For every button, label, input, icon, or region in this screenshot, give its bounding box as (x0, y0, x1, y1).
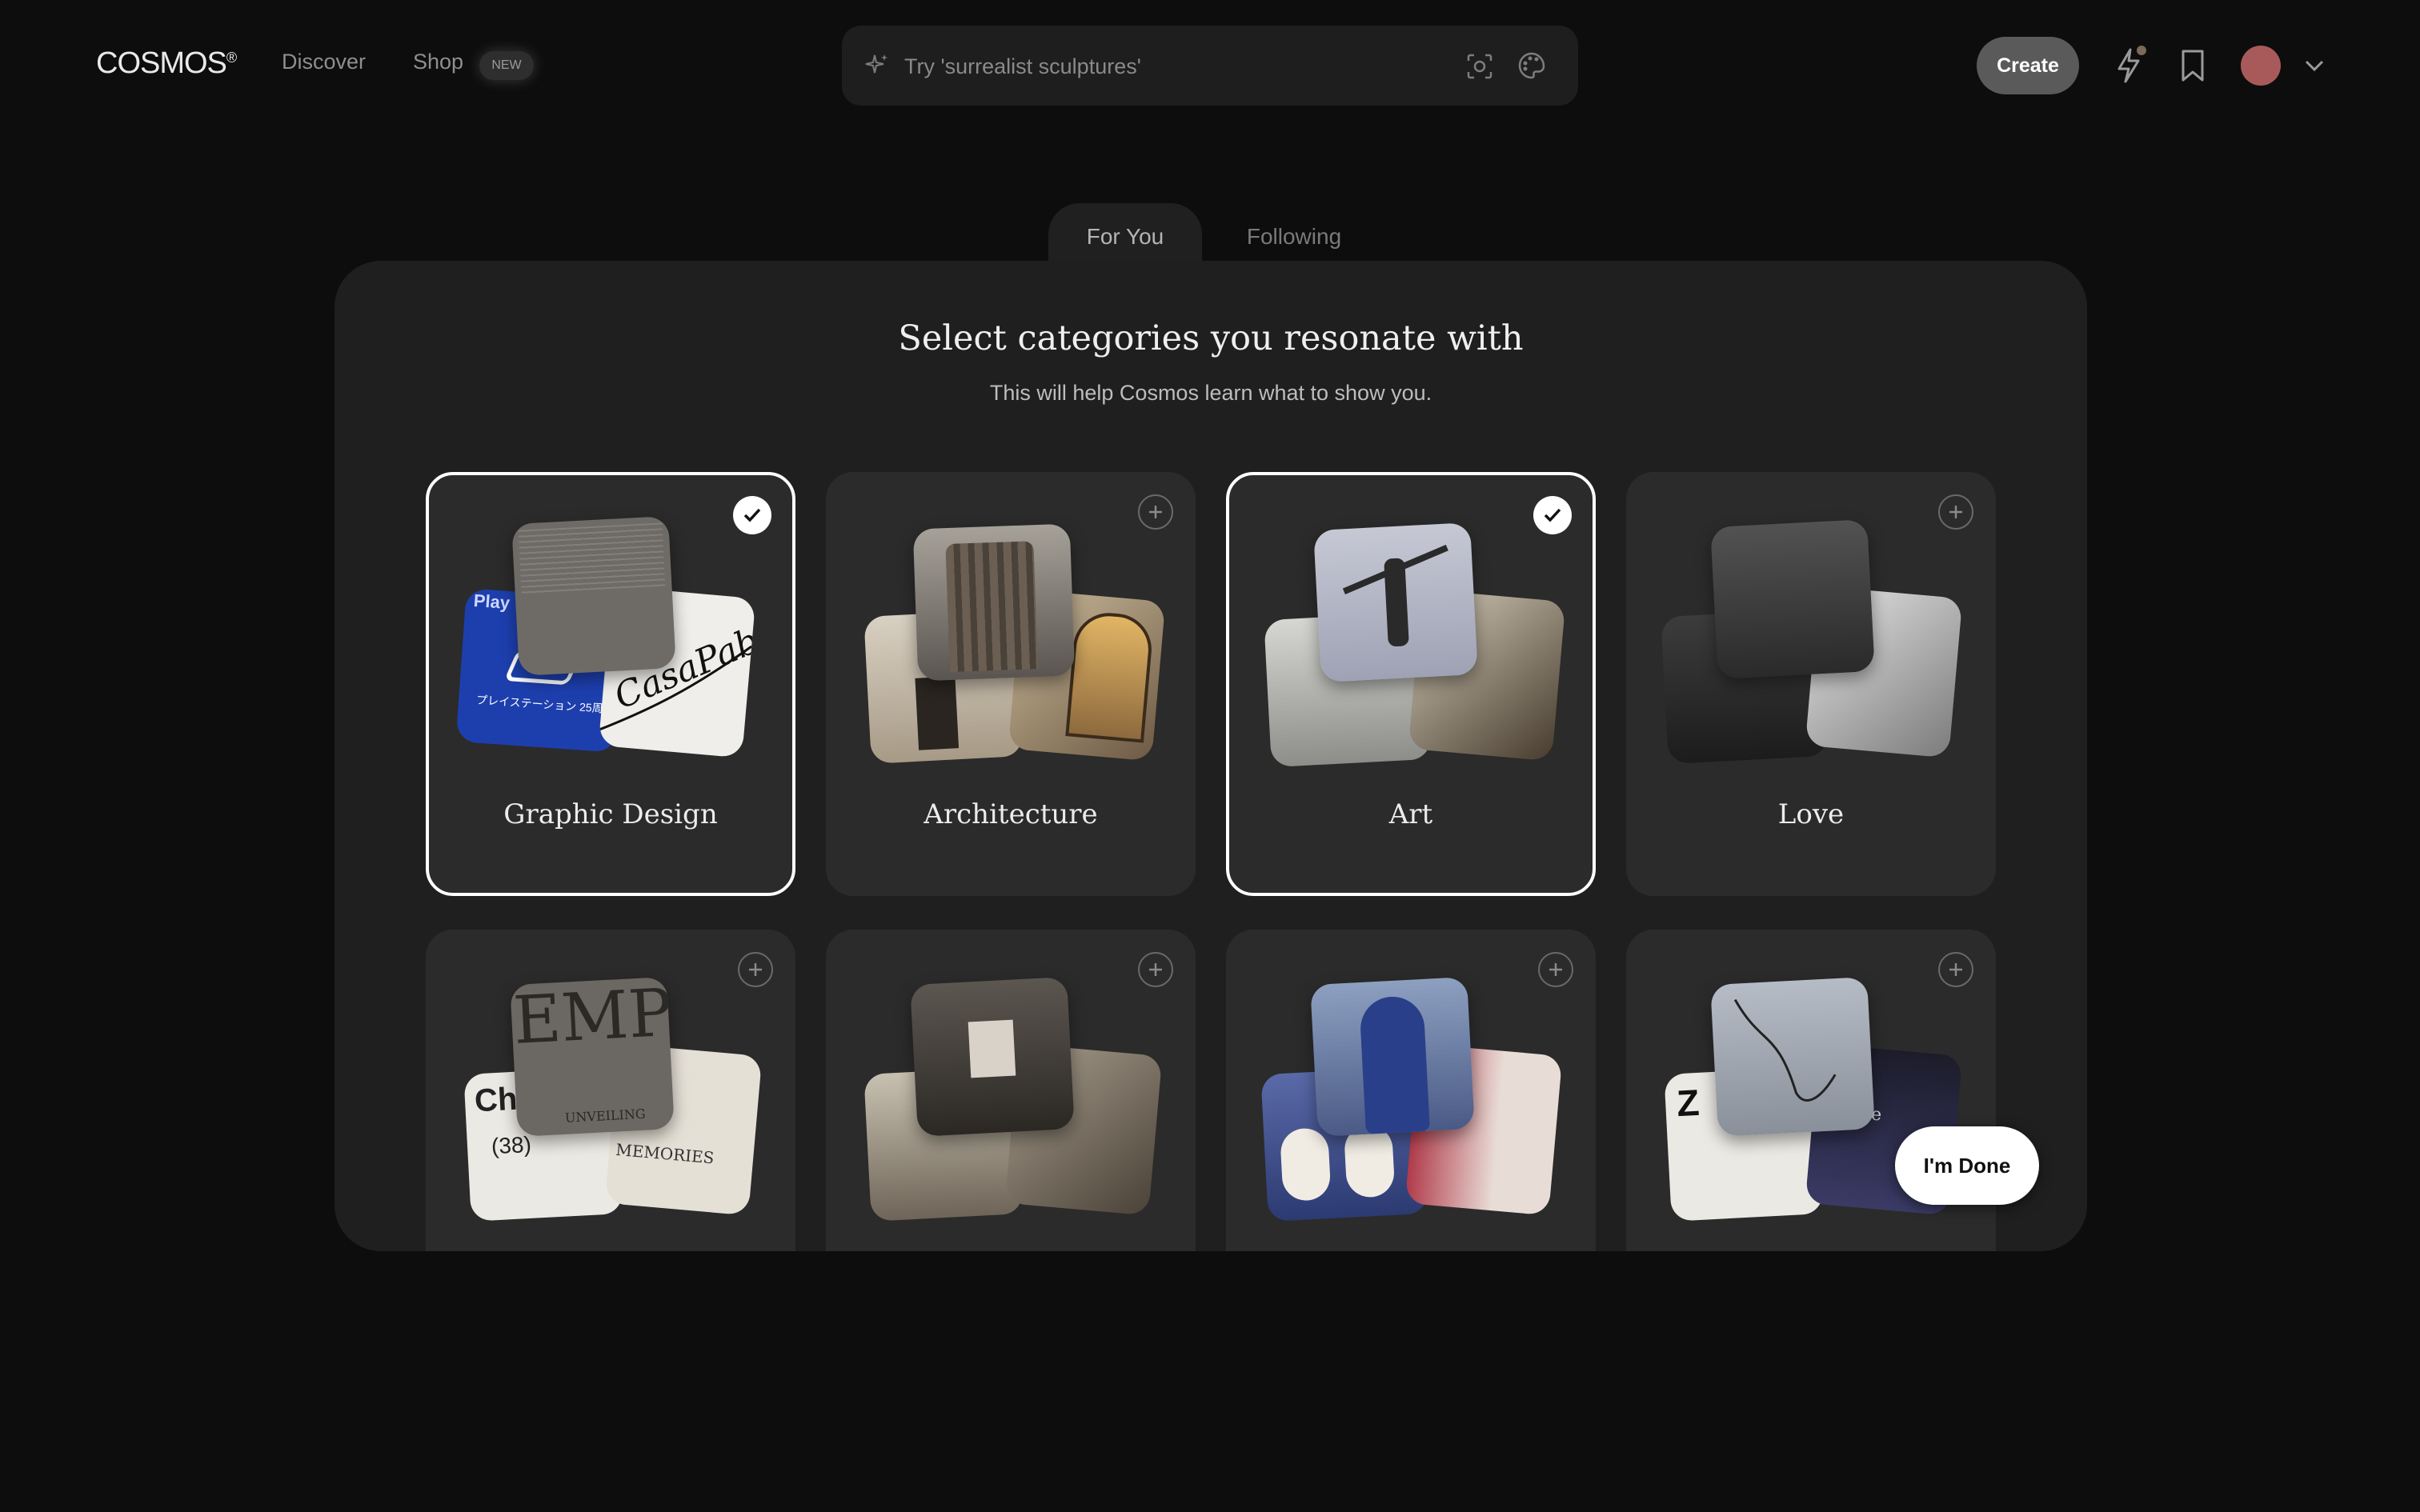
thumb-empo: EMPO UNVEILING (510, 977, 675, 1137)
tab-for-you[interactable]: For You (1048, 203, 1202, 266)
lightning-icon[interactable] (2113, 45, 2150, 86)
modal-subtitle: This will help Cosmos learn what to show… (989, 381, 1432, 405)
add-icon (1138, 952, 1173, 987)
category-card-love[interactable]: Love (1626, 472, 1996, 896)
thumb-kiss (1710, 519, 1875, 679)
checkmark-icon (1533, 496, 1572, 534)
search-input[interactable] (903, 46, 1466, 86)
add-icon (1938, 952, 1973, 987)
category-selection-modal: Select categories you resonate with This… (335, 261, 2087, 1251)
category-card-fashion[interactable] (1226, 930, 1596, 1251)
nav-shop-link[interactable]: Shop (413, 50, 463, 74)
category-card-graphic-design[interactable]: Play プレイステーション 25周 CasaPablo Graphic Des… (426, 472, 795, 896)
chevron-down-icon[interactable] (2303, 58, 2326, 74)
add-icon (1138, 494, 1173, 530)
add-icon (738, 952, 773, 987)
category-card-typography[interactable]: Ch (38) MEMORIES EMPO UNVEILING (426, 930, 795, 1251)
create-button[interactable]: Create (1977, 37, 2079, 94)
category-label: Art (1388, 798, 1433, 830)
avatar[interactable] (2241, 46, 2281, 86)
category-label: Graphic Design (503, 798, 718, 830)
category-card-interiors[interactable] (826, 930, 1196, 1251)
visual-search-icon[interactable] (1466, 53, 1493, 80)
category-label: Love (1777, 798, 1845, 830)
add-icon (1938, 494, 1973, 530)
search-bar[interactable] (842, 26, 1578, 106)
category-label: Architecture (924, 798, 1098, 830)
thumb-blue-coat (1310, 977, 1475, 1137)
nav-discover-link[interactable]: Discover (282, 50, 366, 74)
im-done-button[interactable]: I'm Done (1895, 1126, 2039, 1205)
category-card-architecture[interactable]: Architecture (826, 472, 1196, 896)
category-card-art[interactable]: Art (1226, 472, 1596, 896)
add-icon (1538, 952, 1573, 987)
modal-title: Select categories you resonate with (898, 318, 1524, 358)
thumb-drawing-hand (1710, 977, 1875, 1137)
bookmark-icon[interactable] (2178, 48, 2207, 83)
thumb-poster (511, 516, 676, 676)
palette-icon[interactable] (1517, 51, 1546, 80)
new-badge: NEW (479, 51, 534, 80)
cosmos-logo[interactable]: COSMOS® (96, 46, 237, 81)
thumb-lamp (910, 977, 1075, 1137)
thumb-tower (912, 523, 1076, 682)
tab-following[interactable]: Following (1226, 203, 1362, 266)
thumb-figure (1313, 522, 1478, 682)
sparkle-icon (865, 54, 887, 74)
checkmark-icon (733, 496, 771, 534)
